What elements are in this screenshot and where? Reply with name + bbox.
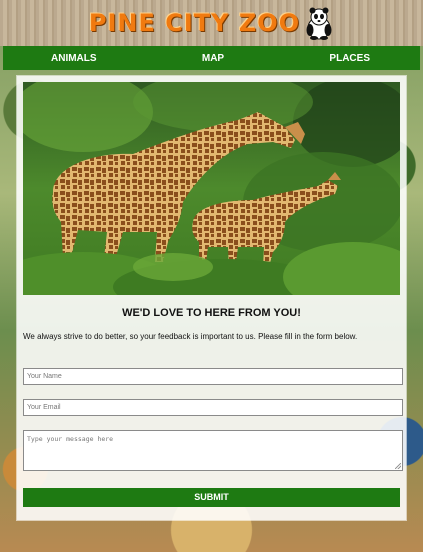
giraffes-photo <box>23 82 400 295</box>
main-nav: ANIMALS MAP PLACES <box>3 46 420 70</box>
message-placeholder: Type your message here <box>27 435 114 443</box>
panda-icon <box>304 6 334 40</box>
resize-handle-icon[interactable] <box>395 463 401 469</box>
site-header: PINE CITY ZOO <box>0 0 423 46</box>
logo-text: PINE CITY ZOO <box>88 9 301 37</box>
submit-button[interactable]: SUBMIT <box>23 488 400 507</box>
site-logo[interactable]: PINE CITY ZOO <box>89 6 334 40</box>
nav-item-places[interactable]: PLACES <box>329 53 370 64</box>
feedback-card: WE'D LOVE TO HERE FROM YOU! We always st… <box>17 76 406 520</box>
message-field[interactable]: Type your message here <box>23 430 403 471</box>
intro-text: We always strive to do better, so your f… <box>23 332 358 341</box>
nav-item-map[interactable]: MAP <box>202 53 224 64</box>
name-field[interactable]: Your Name <box>23 368 403 385</box>
nav-item-animals[interactable]: ANIMALS <box>51 53 97 64</box>
page-title: WE'D LOVE TO HERE FROM YOU! <box>122 307 301 319</box>
email-field[interactable]: Your Email <box>23 399 403 416</box>
